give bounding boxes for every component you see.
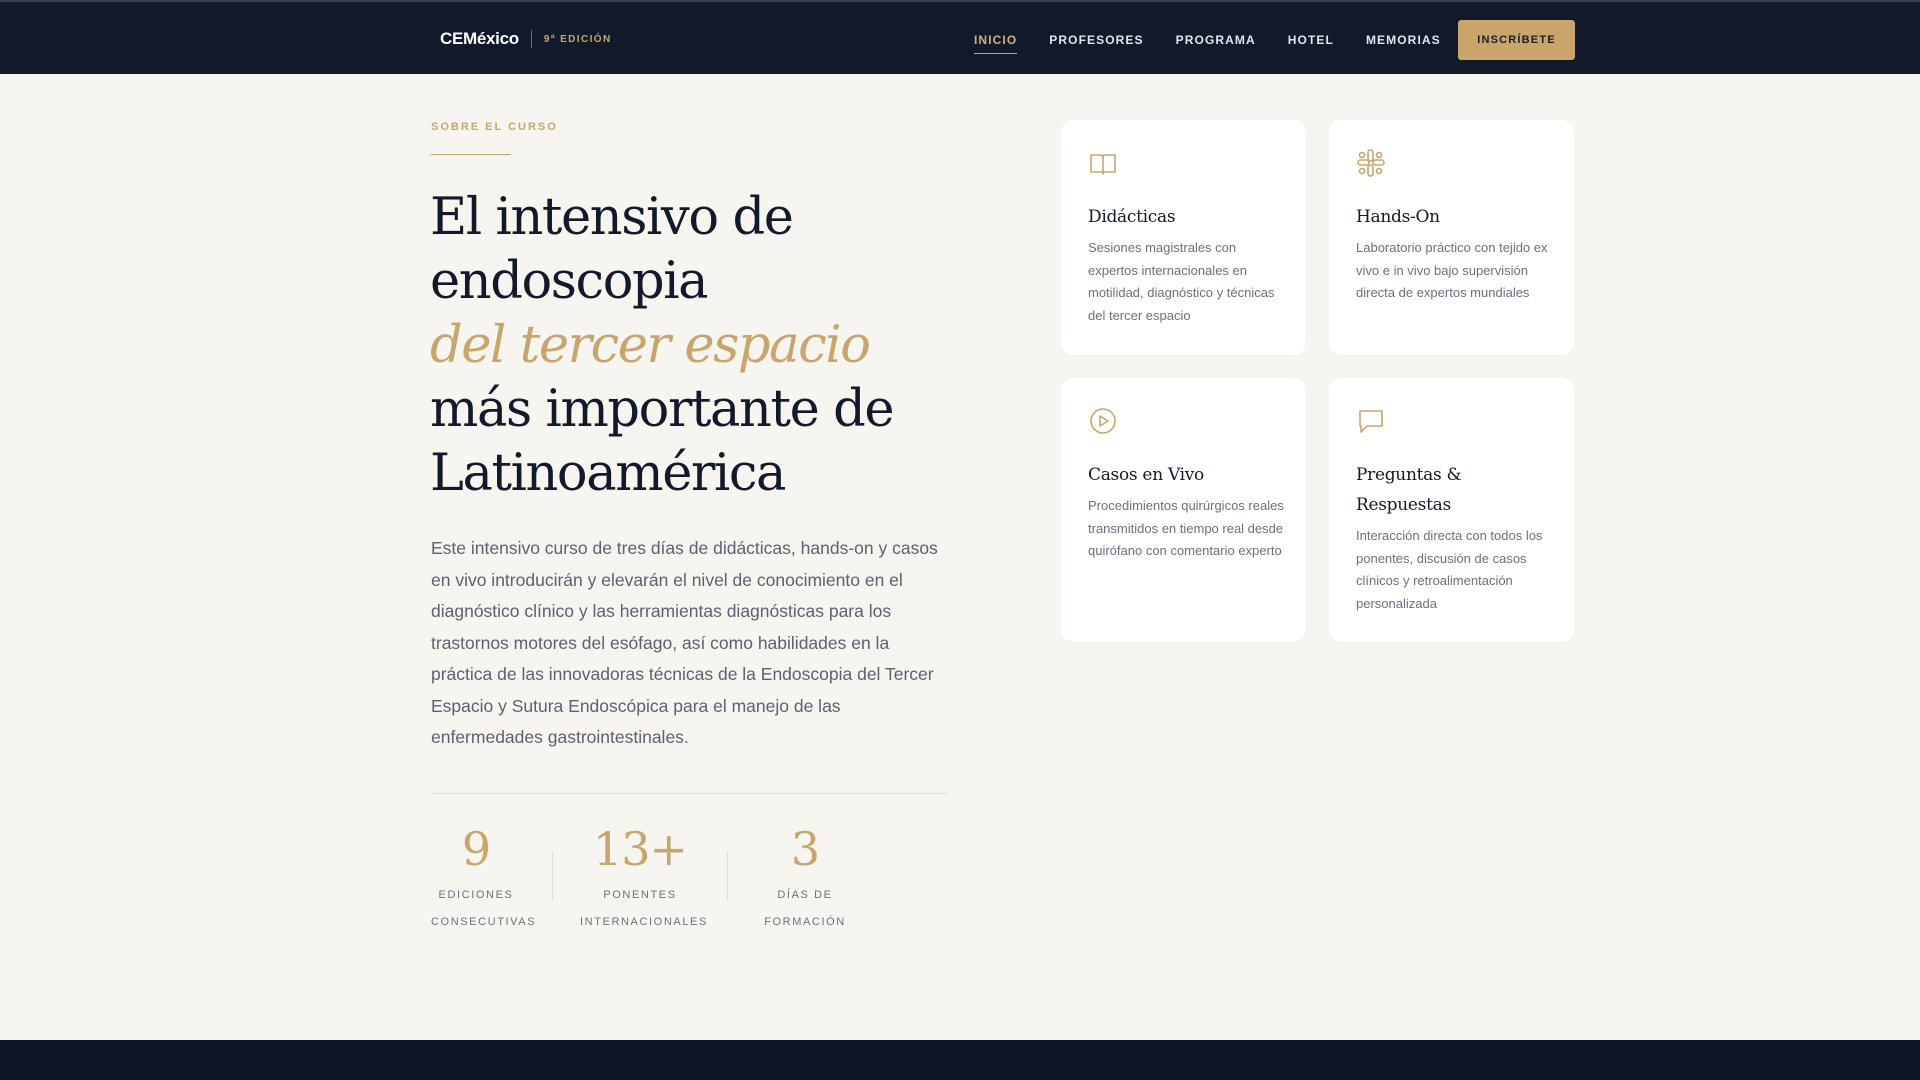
headline-line-2: endoscopia (430, 252, 709, 311)
stat-separator (727, 852, 728, 900)
card-description: Interacción directa con todos los ponent… (1356, 528, 1543, 611)
brand-logo[interactable]: CEMéxico 9ª EDICIÓN (440, 29, 612, 49)
card-title: Casos en Vivo (1088, 465, 1204, 485)
stat-label-line-1: DÍAS DE (777, 889, 833, 901)
eyebrow-rule (431, 154, 511, 155)
play-circle-icon (1090, 408, 1116, 434)
nav-item-programa[interactable]: PROGRAMA (1176, 33, 1256, 47)
stat-label-line-1: PONENTES (603, 889, 677, 901)
card-description: Laboratorio práctico con tejido ex vivo … (1356, 240, 1548, 300)
edition-badge: 9ª EDICIÓN (543, 33, 612, 45)
feature-card-didacticas: Didácticas Sesiones magistrales con expe… (1061, 120, 1306, 355)
stat-label: EDICIONES CONSECUTIVAS (431, 882, 537, 936)
section-eyebrow: SOBRE EL CURSO (431, 121, 558, 133)
stat-editions: 9 EDICIONES CONSECUTIVAS (431, 822, 537, 936)
page-headline: El intensivo de endoscopia del tercer es… (430, 186, 990, 506)
card-description: Sesiones magistrales con expertos intern… (1088, 240, 1275, 323)
stat-label: PONENTES INTERNACIONALES (580, 882, 708, 936)
stat-speakers: 13+ PONENTES INTERNACIONALES (580, 822, 708, 936)
brand-name: CEMéxico (440, 29, 519, 48)
nav-item-profesores[interactable]: PROFESORES (1049, 33, 1143, 47)
top-navigation-bar: CEMéxico 9ª EDICIÓN INICIO PROFESORES PR… (0, 0, 1920, 74)
stat-label-line-2: INTERNACIONALES (580, 916, 708, 928)
feature-card-hands-on: Hands-On Laboratorio práctico con tejido… (1329, 120, 1574, 355)
headline-line-3: más importante de (430, 380, 895, 439)
stat-label-line-2: CONSECUTIVAS (431, 916, 537, 928)
stat-label-line-2: FORMACIÓN (764, 916, 846, 928)
feature-card-preguntas: Preguntas & Respuestas Interacción direc… (1329, 378, 1574, 642)
nav-item-hotel[interactable]: HOTEL (1288, 33, 1334, 47)
stats-divider (431, 793, 948, 794)
intro-paragraph: Este intensivo curso de tres días de did… (431, 538, 938, 747)
brand-separator (530, 30, 532, 48)
stat-separator (552, 852, 553, 900)
headline-accent: del tercer espacio (430, 316, 871, 375)
headline-line-1: El intensivo de (430, 188, 794, 247)
card-title: Preguntas & Respuestas (1356, 465, 1462, 515)
card-description: Procedimientos quirúrgicos reales transm… (1088, 498, 1284, 558)
feature-card-casos-en-vivo: Casos en Vivo Procedimientos quirúrgicos… (1061, 378, 1306, 642)
stat-label-line-1: EDICIONES (438, 889, 514, 901)
hands-on-icon (1357, 149, 1385, 177)
headline-line-4: Latinoamérica (430, 444, 786, 503)
stat-value: 9 (461, 822, 491, 876)
nav-item-inicio[interactable]: INICIO (974, 33, 1018, 54)
stat-value: 13+ (592, 822, 688, 876)
stat-value: 3 (790, 822, 820, 876)
register-button[interactable]: INSCRÍBETE (1458, 20, 1575, 60)
stat-days: 3 DÍAS DE FORMACIÓN (755, 822, 855, 936)
card-title: Hands-On (1356, 207, 1440, 227)
card-title: Didácticas (1088, 207, 1176, 227)
chat-icon (1359, 410, 1383, 433)
nav-item-memorias[interactable]: MEMORIAS (1366, 33, 1441, 47)
main-nav: INICIO PROFESORES PROGRAMA HOTEL MEMORIA… (974, 33, 1473, 54)
footer-strip (0, 1040, 1920, 1080)
stat-label: DÍAS DE FORMACIÓN (755, 882, 855, 936)
book-icon (1090, 154, 1116, 175)
